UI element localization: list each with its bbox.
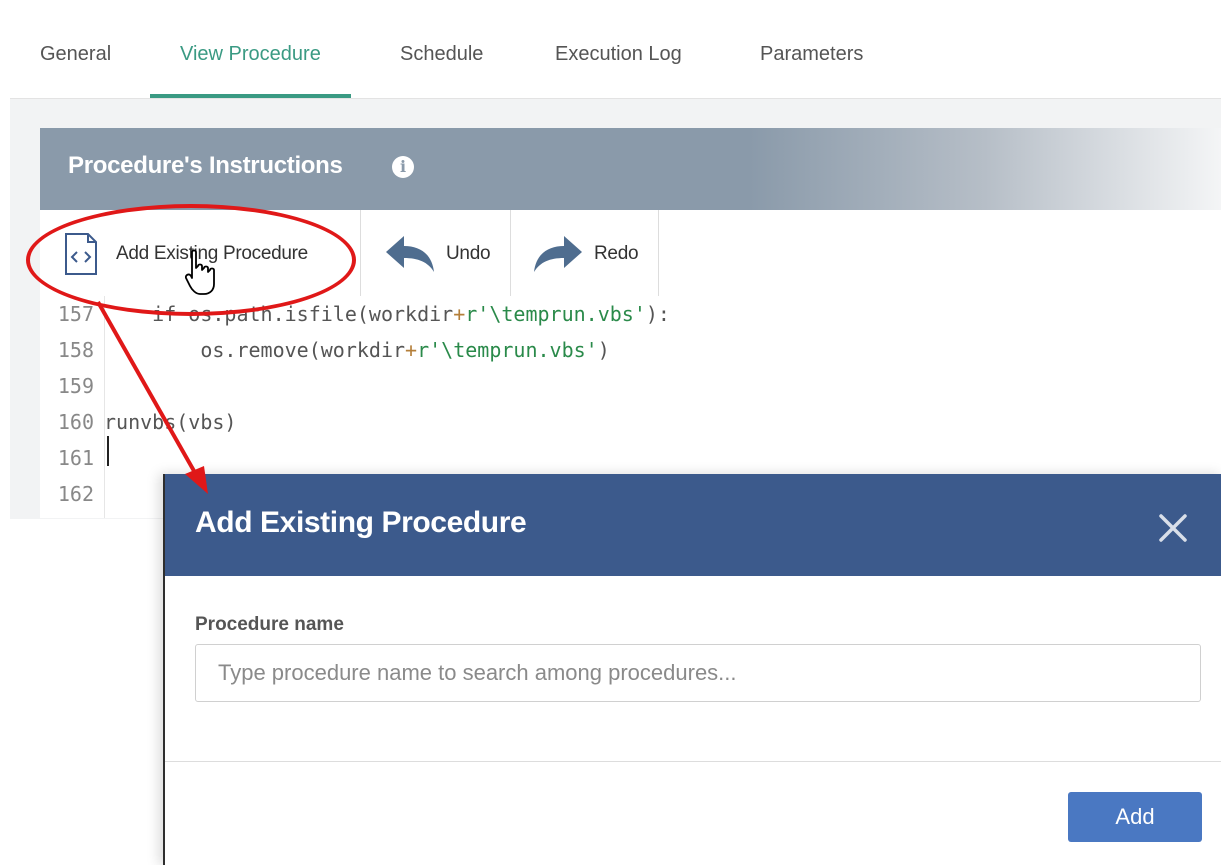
procedure-name-input[interactable]	[195, 644, 1201, 702]
code-string: r'\temprun.vbs'	[417, 338, 598, 362]
tab-execution-log[interactable]: Execution Log	[525, 10, 712, 98]
line-number: 159	[57, 374, 94, 398]
code-line: 161	[40, 440, 104, 476]
dialog-header: Add Existing Procedure	[165, 474, 1221, 576]
code-operator: +	[453, 302, 466, 326]
info-icon[interactable]: i	[392, 156, 414, 178]
toolbar-divider	[510, 210, 511, 298]
code-line: 159	[40, 368, 104, 404]
toolbar-divider	[360, 210, 361, 298]
text-cursor	[107, 436, 109, 466]
code-operator: +	[405, 338, 418, 362]
add-button[interactable]: Add	[1068, 792, 1202, 842]
line-number: 161	[57, 446, 94, 470]
toolbar-divider	[658, 210, 659, 298]
highlight-ellipse	[26, 204, 356, 316]
tab-view-procedure[interactable]: View Procedure	[150, 10, 351, 98]
tab-bar: General View Procedure Schedule Executio…	[10, 10, 1221, 99]
dialog-divider	[165, 761, 1221, 762]
panel-title: Procedure's Instructions	[68, 152, 343, 179]
code-line: 158 os.remove(workdir+r'\temprun.vbs')	[40, 332, 610, 368]
procedure-name-label: Procedure name	[195, 614, 344, 635]
tab-general[interactable]: General	[10, 10, 141, 98]
undo-label: Undo	[446, 243, 491, 264]
dialog-title: Add Existing Procedure	[195, 506, 527, 539]
code-text: )	[597, 338, 610, 362]
add-existing-procedure-dialog: Add Existing Procedure Procedure name Ad…	[163, 474, 1221, 865]
undo-button[interactable]: Undo	[384, 210, 491, 298]
code-string: r'\temprun.vbs'	[465, 302, 646, 326]
redo-label: Redo	[594, 243, 639, 264]
code-line: 162	[40, 476, 104, 512]
line-number: 158	[57, 338, 94, 362]
line-number: 160	[57, 410, 94, 434]
code-line: 160 runvbs(vbs)	[40, 404, 237, 440]
close-icon[interactable]	[1155, 510, 1191, 546]
redo-button[interactable]: Redo	[532, 210, 639, 298]
redo-icon	[534, 236, 582, 272]
code-text: ):	[645, 302, 670, 326]
tab-schedule[interactable]: Schedule	[370, 10, 513, 98]
undo-icon	[386, 236, 434, 272]
tab-parameters[interactable]: Parameters	[730, 10, 893, 98]
code-text: os.remove(workdir	[104, 338, 406, 362]
code-text: runvbs(vbs)	[104, 410, 237, 434]
line-number: 162	[57, 482, 94, 506]
panel-header: Procedure's Instructions i	[40, 128, 1221, 210]
